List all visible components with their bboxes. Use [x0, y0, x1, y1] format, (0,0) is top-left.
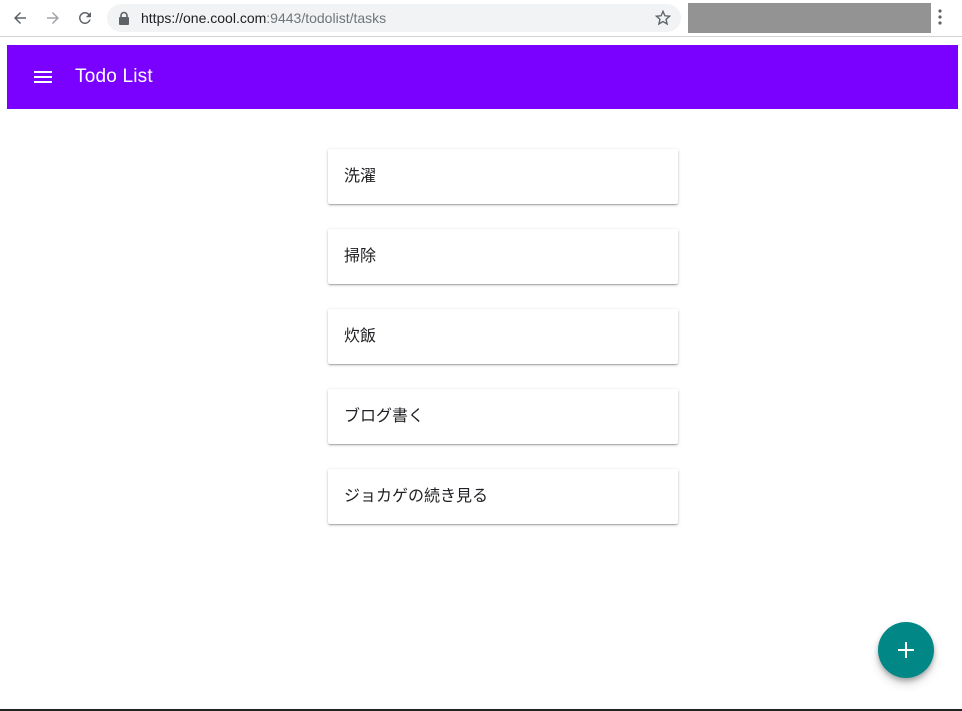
- arrow-left-icon: [14, 12, 26, 24]
- reload-button[interactable]: [73, 6, 97, 30]
- forward-button[interactable]: [41, 6, 65, 30]
- hamburger-menu-icon: [34, 71, 52, 83]
- reload-icon: [78, 11, 91, 24]
- app-title: Todo List: [75, 66, 153, 87]
- plus-icon: [898, 642, 914, 658]
- task-card[interactable]: 掃除: [328, 229, 678, 284]
- task-label: ブログ書く: [344, 408, 425, 425]
- task-label: 炊飯: [344, 328, 377, 345]
- app-bar: Todo List: [7, 45, 958, 109]
- task-card[interactable]: ブログ書く: [328, 389, 678, 444]
- arrow-right-icon: [47, 12, 59, 24]
- task-card[interactable]: 洗濯: [328, 149, 678, 204]
- back-button[interactable]: [8, 6, 32, 30]
- address-bar[interactable]: https://one.cool.com:9443/todolist/tasks: [107, 4, 681, 32]
- profile-area[interactable]: [688, 3, 931, 33]
- star-icon[interactable]: [655, 10, 671, 26]
- lock-icon: [119, 11, 129, 25]
- vertical-dots-icon[interactable]: [938, 8, 942, 26]
- add-task-button[interactable]: [878, 622, 934, 678]
- url-path: :9443/todolist/tasks: [266, 10, 387, 26]
- task-label: 掃除: [344, 248, 377, 265]
- browser-toolbar: https://one.cool.com:9443/todolist/tasks: [0, 0, 962, 37]
- task-card[interactable]: 炊飯: [328, 309, 678, 364]
- task-label: ジョカゲの続き見る: [344, 488, 489, 505]
- task-card[interactable]: ジョカゲの続き見る: [328, 469, 678, 524]
- menu-button[interactable]: [31, 65, 55, 89]
- task-label: 洗濯: [344, 168, 377, 185]
- url-host: https://one.cool.com: [141, 10, 267, 26]
- url-text: https://one.cool.com:9443/todolist/tasks: [141, 10, 386, 26]
